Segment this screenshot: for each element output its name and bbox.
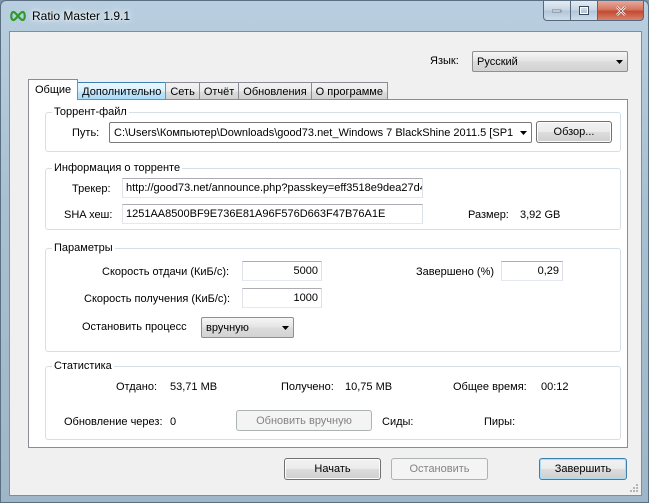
download-speed-label: Скорость получения (КиБ/с): — [84, 293, 231, 305]
statistics-group: Статистика Отдано: 53,71 MB Получено: 10… — [45, 360, 621, 440]
stop-process-select[interactable]: вручную — [201, 317, 294, 338]
completed-field[interactable]: 0,29 — [501, 261, 563, 281]
sha-label: SHA хеш: — [64, 209, 113, 221]
tab-label: Общие — [35, 84, 72, 96]
close-icon — [615, 5, 626, 16]
stop-process-value: вручную — [206, 321, 249, 334]
tab-label: Отчёт — [203, 85, 235, 98]
size-grip-icon[interactable] — [629, 483, 639, 493]
tab-updates[interactable]: Обновления — [238, 82, 312, 100]
seeds-label: Сиды: — [382, 416, 414, 428]
window-controls — [543, 1, 644, 21]
tab-network[interactable]: Сеть — [165, 82, 200, 100]
size-label: Размер: — [468, 209, 509, 221]
sha-field[interactable]: 1251AA8500BF9E736E81A96F576D663F47B76A1E — [122, 204, 423, 224]
path-label: Путь: — [72, 127, 100, 139]
minimize-icon — [552, 9, 562, 12]
received-label: Получено: — [281, 381, 334, 393]
total-time-label: Общее время: — [453, 381, 527, 393]
chevron-down-icon — [520, 130, 527, 135]
update-in-label: Обновление через: — [64, 416, 163, 428]
maximize-icon — [579, 6, 589, 15]
tab-panel-lower: Статистика Отдано: 53,71 MB Получено: 10… — [28, 360, 628, 448]
tab-label: Обновления — [243, 85, 307, 98]
language-select[interactable]: Русский — [472, 51, 628, 72]
upload-speed-value: 5000 — [293, 265, 318, 277]
peers-label: Пиры: — [484, 416, 516, 428]
stop-process-label: Остановить процесс — [82, 321, 187, 333]
upload-speed-label: Скорость отдачи (КиБ/с): — [102, 266, 230, 278]
total-time-value: 00:12 — [541, 381, 569, 393]
client-area: Язык: Русский Общие Дополнительно Сеть О… — [9, 31, 642, 496]
window-title: Ratio Master 1.9.1 — [32, 9, 131, 23]
size-value: 3,92 GB — [520, 209, 561, 221]
path-value: C:\Users\Компьютер\Downloads\good73.net_… — [114, 126, 514, 139]
language-label: Язык: — [430, 55, 459, 67]
tracker-field[interactable]: http://good73.net/announce.php?passkey=e… — [122, 178, 423, 198]
chevron-down-icon — [616, 59, 623, 64]
sha-value: 1251AA8500BF9E736E81A96F576D663F47B76A1E — [126, 208, 386, 220]
received-value: 10,75 MB — [345, 381, 393, 393]
tab-advanced[interactable]: Дополнительно — [77, 82, 167, 100]
app-window: Ratio Master 1.9.1 Язык: Русский Общие Д… — [0, 0, 649, 503]
completed-value: 0,29 — [537, 265, 559, 277]
path-select[interactable]: C:\Users\Компьютер\Downloads\good73.net_… — [109, 122, 532, 143]
browse-button[interactable]: Обзор... — [536, 121, 612, 143]
torrent-info-title: Информация о торренте — [52, 162, 183, 174]
tab-report[interactable]: Отчёт — [198, 82, 240, 100]
upload-speed-field[interactable]: 5000 — [242, 261, 322, 281]
stop-button[interactable]: Остановить — [391, 458, 488, 480]
tab-label: Дополнительно — [82, 85, 162, 98]
start-button[interactable]: Начать — [284, 458, 381, 480]
chevron-down-icon — [282, 325, 289, 330]
tab-strip: Общие Дополнительно Сеть Отчёт Обновлени… — [28, 79, 388, 100]
app-infinity-icon — [10, 10, 26, 22]
torrent-file-group: Торрент-файл Путь: C:\Users\Компьютер\Do… — [45, 106, 621, 152]
tab-panel-general: Торрент-файл Путь: C:\Users\Компьютер\Do… — [28, 99, 628, 379]
tab-label: О программе — [315, 85, 383, 98]
download-speed-value: 1000 — [293, 292, 318, 304]
maximize-button[interactable] — [571, 1, 598, 21]
tracker-label: Трекер: — [72, 183, 111, 195]
torrent-file-title: Торрент-файл — [52, 106, 129, 118]
tab-label: Сеть — [170, 85, 195, 98]
sent-value: 53,71 MB — [170, 381, 218, 393]
download-speed-field[interactable]: 1000 — [242, 288, 322, 308]
update-manually-button[interactable]: Обновить вручную — [236, 410, 372, 431]
update-in-value: 0 — [170, 416, 177, 428]
tab-about[interactable]: О программе — [310, 82, 388, 100]
parameters-title: Параметры — [52, 242, 115, 254]
statistics-title: Статистика — [52, 360, 114, 372]
completed-label: Завершено (%) — [416, 266, 495, 278]
tab-general[interactable]: Общие — [28, 79, 79, 100]
sent-label: Отдано: — [116, 381, 158, 393]
minimize-button[interactable] — [543, 1, 571, 21]
close-button[interactable] — [598, 1, 644, 21]
language-selected-value: Русский — [477, 55, 518, 68]
finish-button[interactable]: Завершить — [539, 458, 627, 480]
title-bar[interactable]: Ratio Master 1.9.1 — [1, 1, 649, 31]
parameters-group: Параметры Скорость отдачи (КиБ/с): 5000 … — [45, 242, 621, 352]
tracker-value: http://good73.net/announce.php?passkey=e… — [126, 182, 423, 194]
torrent-info-group: Информация о торренте Трекер: http://goo… — [45, 162, 621, 230]
